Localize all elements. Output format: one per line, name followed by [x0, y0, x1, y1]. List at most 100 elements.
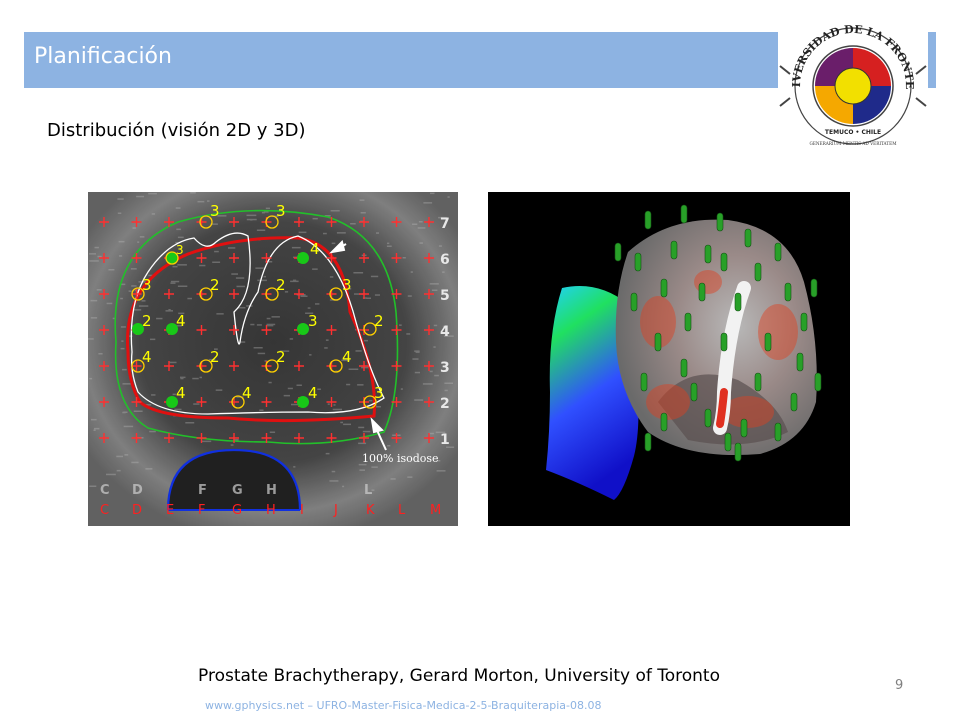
- seed-marker: [644, 432, 652, 452]
- seed-marker: [704, 408, 712, 428]
- ultrasound-speckle: [120, 297, 123, 300]
- seed-number: 3: [342, 276, 352, 294]
- ultrasound-speckle: [120, 326, 126, 328]
- seed-number: 3: [308, 312, 318, 330]
- seed-number: 3: [176, 243, 184, 257]
- ultrasound-speckle: [333, 404, 336, 406]
- ultrasound-speckle: [246, 214, 257, 217]
- ultrasound-speckle: [434, 374, 439, 377]
- ultrasound-speckle: [283, 394, 290, 397]
- ultrasound-speckle: [94, 427, 100, 430]
- ultrasound-speckle: [287, 387, 293, 390]
- ultrasound-speckle: [325, 452, 330, 455]
- ultrasound-speckle: [120, 347, 125, 350]
- col-label: H: [266, 503, 276, 518]
- seed-marker: [670, 240, 678, 260]
- ultrasound-speckle: [141, 300, 146, 302]
- ultrasound-speckle: [353, 272, 364, 274]
- ultrasound-speckle: [429, 370, 433, 373]
- seed-number: 3: [210, 202, 220, 220]
- ultrasound-speckle: [212, 261, 221, 263]
- ultrasound-speckle: [357, 384, 364, 386]
- ultrasound-speckle: [131, 461, 139, 464]
- ultrasound-speckle: [431, 289, 438, 291]
- seed-marker: [630, 292, 638, 312]
- ultrasound-speckle: [407, 295, 412, 297]
- ultrasound-speckle: [170, 282, 176, 284]
- ultrasound-speckle: [151, 213, 155, 215]
- ultrasound-speckle: [414, 371, 420, 374]
- ultrasound-speckle: [89, 485, 97, 487]
- ultrasound-speckle: [417, 227, 426, 229]
- col-label: K: [366, 503, 375, 518]
- seed-marker: [740, 418, 748, 438]
- ultrasound-speckle: [118, 240, 125, 243]
- seed-number: 4: [176, 312, 186, 330]
- seed-marker: [644, 210, 652, 230]
- col-label: I: [300, 503, 304, 518]
- ultrasound-speckle: [168, 309, 171, 311]
- ultrasound-speckle: [231, 273, 238, 275]
- seed-number: 2: [142, 312, 152, 330]
- ultrasound-speckle: [177, 236, 184, 239]
- ultrasound-speckle: [124, 454, 129, 456]
- ultrasound-speckle: [128, 290, 132, 292]
- ultrasound-speckle: [390, 478, 396, 480]
- ultrasound-speckle: [261, 211, 265, 214]
- ultrasound-speckle: [122, 368, 127, 371]
- prostate-3d-render: [488, 192, 850, 526]
- ultrasound-speckle: [317, 388, 321, 390]
- ultrasound-speckle: [364, 339, 368, 342]
- seed-number: 2: [210, 276, 220, 294]
- ultrasound-speckle: [342, 485, 345, 488]
- row-label: 1: [440, 432, 450, 448]
- seed-marker: [814, 372, 822, 392]
- ultrasound-speckle: [300, 295, 308, 297]
- seed-marker: [754, 372, 762, 392]
- row-label: 2: [440, 396, 450, 412]
- ultrasound-speckle: [399, 324, 402, 326]
- row-label: 6: [440, 252, 450, 268]
- ultrasound-speckle: [442, 271, 445, 273]
- ultrasound-speckle: [312, 268, 318, 270]
- ultrasound-speckle: [90, 299, 98, 302]
- ultrasound-speckle: [324, 347, 328, 349]
- seed-number: 2: [374, 312, 384, 330]
- row-label: 5: [440, 288, 450, 304]
- ultrasound-speckle: [176, 228, 181, 231]
- ultrasound-speckle: [368, 399, 373, 402]
- ultrasound-speckle: [255, 267, 264, 269]
- ultrasound-speckle: [268, 381, 272, 384]
- ultrasound-speckle: [429, 283, 439, 285]
- seed-marker: [724, 432, 732, 452]
- ultrasound-speckle: [361, 366, 370, 369]
- ultrasound-speckle: [97, 255, 102, 258]
- ultrasound-speckle: [117, 212, 122, 214]
- ultrasound-speckle: [236, 285, 245, 288]
- seed-number: 2: [276, 276, 286, 294]
- seed-marker: [614, 242, 622, 262]
- university-logo: UNIVERSIDAD DE LA FRONTERA TEMUCO • CHIL…: [778, 14, 928, 150]
- seed-number: 3: [276, 202, 286, 220]
- seed-marker: [680, 358, 688, 378]
- row-label: 4: [440, 324, 450, 340]
- ultrasound-speckle: [410, 271, 413, 273]
- ultrasound-speckle: [419, 242, 423, 244]
- col-label: D: [132, 503, 142, 518]
- seed-marker: [764, 332, 772, 352]
- ultrasound-speckle: [414, 399, 424, 401]
- ultrasound-speckle: [412, 358, 419, 360]
- seed-marker: [796, 352, 804, 372]
- page-number: 9: [895, 678, 904, 693]
- ultrasound-speckle: [402, 257, 406, 259]
- ultrasound-speckle: [145, 468, 153, 470]
- ultrasound-speckle: [329, 480, 339, 482]
- ultrasound-speckle: [400, 388, 403, 390]
- ultrasound-speckle: [149, 430, 156, 433]
- ultrasound-speckle: [269, 431, 276, 433]
- ultrasound-speckle: [148, 192, 157, 195]
- ultrasound-speckle: [228, 247, 236, 249]
- seed-marker: [784, 282, 792, 302]
- seed-number: 4: [308, 384, 318, 402]
- ultrasound-speckle: [106, 473, 116, 476]
